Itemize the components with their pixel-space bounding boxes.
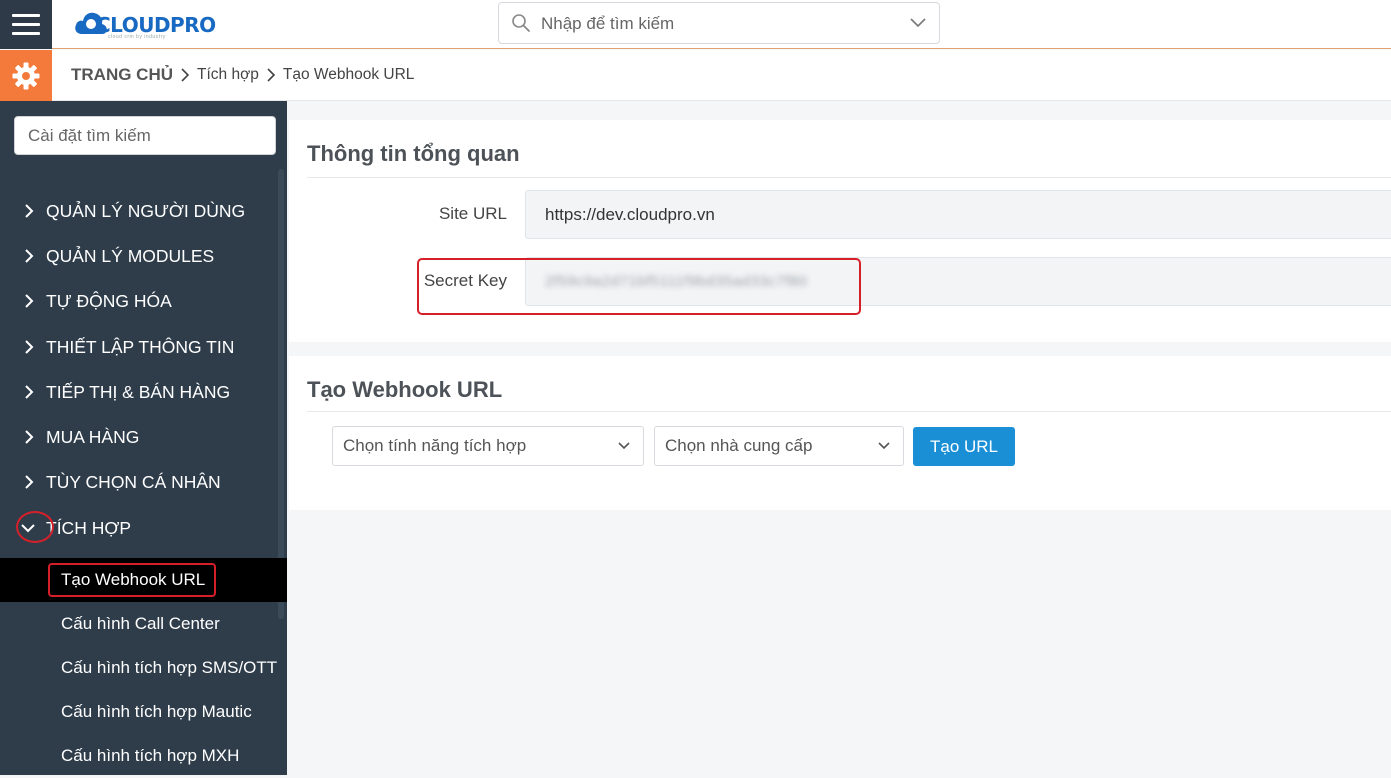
annotation-highlight-box xyxy=(48,563,216,597)
breadcrumb-integration-link[interactable]: Tích hợp xyxy=(197,66,259,84)
chevron-right-icon xyxy=(25,340,34,354)
sidebar-item-label: MUA HÀNG xyxy=(46,426,140,447)
sidebar-subitem-label: Cấu hình tích hợp Mautic xyxy=(61,702,252,721)
sidebar-subitem-mautic[interactable]: Cấu hình tích hợp Mautic xyxy=(0,690,287,734)
breadcrumb-bar: TRANG CHỦ Tích hợp Tạo Webhook URL xyxy=(0,50,1391,101)
sidebar-item-label: QUẢN LÝ MODULES xyxy=(46,245,215,266)
webhook-title: Tạo Webhook URL xyxy=(307,377,503,402)
sidebar-scrollbar[interactable] xyxy=(278,169,284,619)
settings-button[interactable] xyxy=(0,50,52,101)
webhook-card: Tạo Webhook URL Chọn tính năng tích hợp … xyxy=(289,356,1391,510)
chevron-right-icon xyxy=(25,294,34,308)
settings-sidebar: QUẢN LÝ NGƯỜI DÙNG QUẢN LÝ MODULES TỰ ĐỘ… xyxy=(0,101,287,775)
breadcrumb-current: Tạo Webhook URL xyxy=(282,66,415,83)
provider-select-value: Chọn nhà cung cấp xyxy=(665,436,813,455)
chevron-down-icon xyxy=(878,442,890,450)
chevron-down-icon[interactable] xyxy=(909,16,927,30)
search-icon xyxy=(512,14,530,32)
create-url-button[interactable]: Tạo URL xyxy=(913,427,1015,466)
overview-title: Thông tin tổng quan xyxy=(307,141,520,166)
settings-search-input[interactable] xyxy=(15,117,275,154)
hamburger-line xyxy=(12,14,40,17)
sidebar-item-purchasing[interactable]: MUA HÀNG xyxy=(0,417,278,457)
chevron-right-icon xyxy=(181,68,190,82)
feature-select-value: Chọn tính năng tích hợp xyxy=(343,436,527,455)
sidebar-subitem-label: Cấu hình Call Center xyxy=(61,614,220,633)
hamburger-line xyxy=(12,32,40,35)
chevron-right-icon xyxy=(267,68,275,82)
cloudpro-logo[interactable]: CLOUDPRO cloud crm by industry xyxy=(74,6,224,42)
sidebar-subitem-social[interactable]: Cấu hình tích hợp MXH xyxy=(0,734,287,778)
sidebar-item-marketing-sales[interactable]: TIẾP THỊ & BÁN HÀNG xyxy=(0,372,278,412)
chevron-right-icon xyxy=(25,249,34,263)
overview-card: Thông tin tổng quan Site URL https://dev… xyxy=(289,120,1391,342)
feature-select[interactable]: Chọn tính năng tích hợp xyxy=(332,426,644,466)
menu-toggle-button[interactable] xyxy=(0,0,52,49)
sidebar-subitem-call-center[interactable]: Cấu hình Call Center xyxy=(0,602,287,646)
sidebar-item-label: THIẾT LẬP THÔNG TIN xyxy=(46,336,235,357)
chevron-right-icon xyxy=(25,430,34,444)
sidebar-item-label: QUẢN LÝ NGƯỜI DÙNG xyxy=(46,200,246,221)
sidebar-item-automation[interactable]: TỰ ĐỘNG HÓA xyxy=(0,281,278,321)
site-url-field[interactable]: https://dev.cloudpro.vn xyxy=(525,190,1391,239)
annotation-circle xyxy=(16,511,54,543)
annotation-highlight-box xyxy=(417,258,861,315)
gear-icon xyxy=(12,62,40,89)
sidebar-item-label: TIẾP THỊ & BÁN HÀNG xyxy=(46,381,231,402)
hamburger-line xyxy=(12,23,40,26)
global-search-input[interactable] xyxy=(541,11,891,37)
divider xyxy=(307,411,1391,412)
sidebar-item-user-management[interactable]: QUẢN LÝ NGƯỜI DÙNG xyxy=(0,191,278,231)
logo-tagline: cloud crm by industry xyxy=(108,34,166,40)
sidebar-item-info-setup[interactable]: THIẾT LẬP THÔNG TIN xyxy=(0,327,278,367)
sidebar-item-label: TỰ ĐỘNG HÓA xyxy=(46,290,172,311)
chevron-right-icon xyxy=(25,385,34,399)
sidebar-item-modules[interactable]: QUẢN LÝ MODULES xyxy=(0,236,278,276)
global-search[interactable] xyxy=(498,2,940,44)
sidebar-subitem-label: Cấu hình tích hợp SMS/OTT xyxy=(61,658,278,677)
top-bar: CLOUDPRO cloud crm by industry xyxy=(0,0,1391,49)
breadcrumb: TRANG CHỦ Tích hợp Tạo Webhook URL xyxy=(71,65,414,85)
sidebar-subitem-label: Cấu hình tích hợp MXH xyxy=(61,746,240,765)
chevron-right-icon xyxy=(25,475,34,489)
settings-search[interactable] xyxy=(14,116,276,155)
site-url-value: https://dev.cloudpro.vn xyxy=(545,204,715,224)
divider xyxy=(307,177,1391,178)
chevron-down-icon xyxy=(618,442,630,450)
sidebar-item-personal-options[interactable]: TÙY CHỌN CÁ NHÂN xyxy=(0,462,278,502)
provider-select[interactable]: Chọn nhà cung cấp xyxy=(654,426,904,466)
chevron-right-icon xyxy=(25,204,34,218)
breadcrumb-home-link[interactable]: TRANG CHỦ xyxy=(71,65,173,85)
sidebar-item-label: TÙY CHỌN CÁ NHÂN xyxy=(46,471,221,492)
sidebar-subitem-sms-ott[interactable]: Cấu hình tích hợp SMS/OTT xyxy=(0,646,287,690)
site-url-label: Site URL xyxy=(438,204,507,223)
sidebar-item-label: TÍCH HỢP xyxy=(46,517,132,538)
